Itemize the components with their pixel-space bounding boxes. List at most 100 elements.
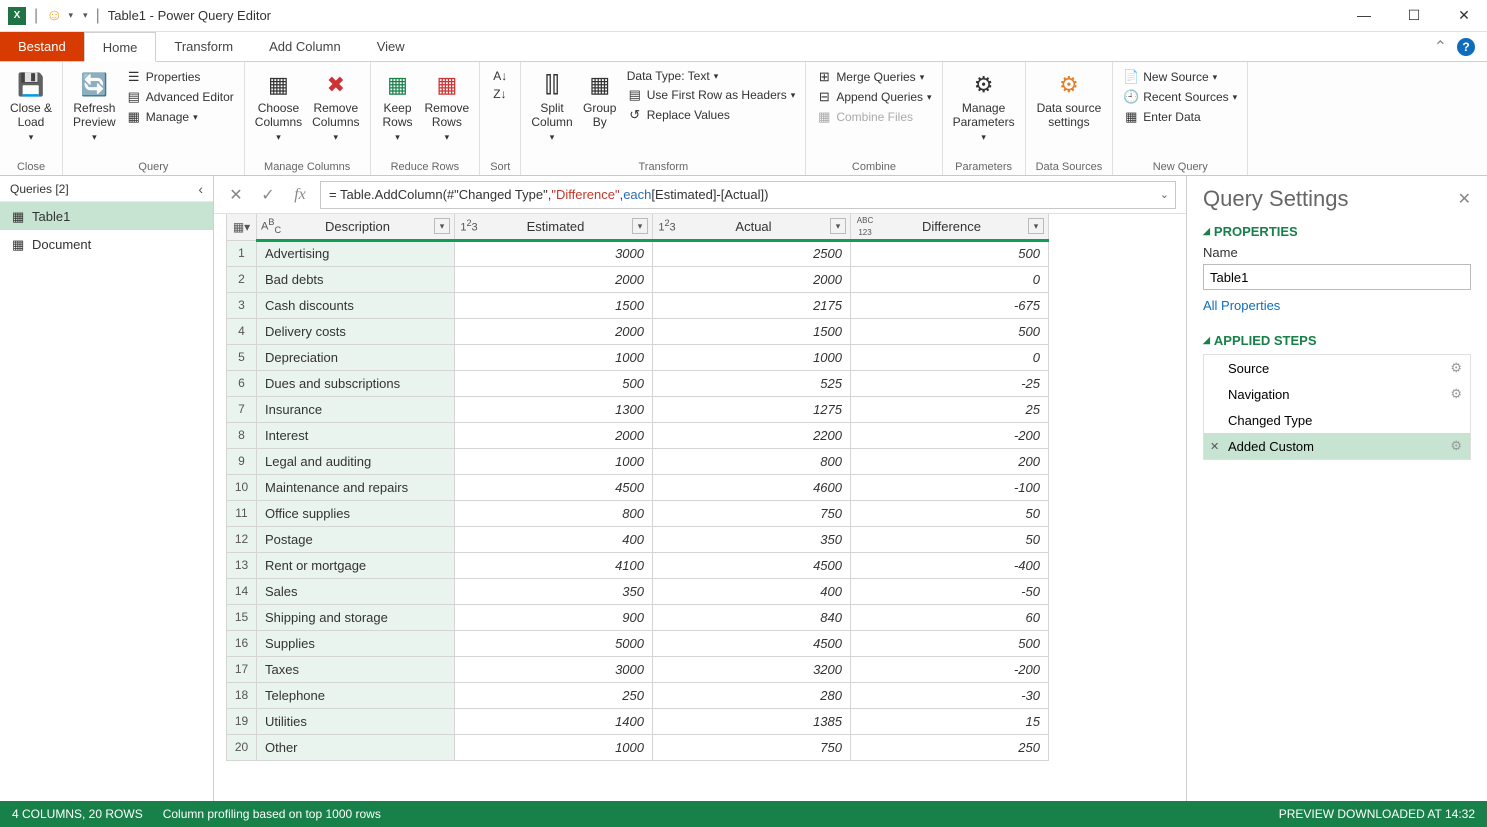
row-number[interactable]: 5 — [227, 344, 257, 370]
cell-description[interactable]: Office supplies — [257, 500, 455, 526]
table-row[interactable]: 4Delivery costs20001500500 — [227, 318, 1049, 344]
cell-actual[interactable]: 525 — [653, 370, 851, 396]
cell-estimated[interactable]: 4500 — [455, 474, 653, 500]
type-icon[interactable]: 123 — [459, 218, 479, 234]
close-window-button[interactable]: ✕ — [1449, 7, 1479, 24]
row-number[interactable]: 17 — [227, 656, 257, 682]
cell-estimated[interactable]: 800 — [455, 500, 653, 526]
cell-description[interactable]: Utilities — [257, 708, 455, 734]
table-row[interactable]: 3Cash discounts15002175-675 — [227, 292, 1049, 318]
table-row[interactable]: 12Postage40035050 — [227, 526, 1049, 552]
filter-icon[interactable]: ▾ — [830, 218, 846, 234]
cell-estimated[interactable]: 350 — [455, 578, 653, 604]
close-load-button[interactable]: 💾 Close & Load ▾ — [10, 66, 52, 143]
enter-data-button[interactable]: ▦Enter Data — [1123, 108, 1237, 126]
table-row[interactable]: 10Maintenance and repairs45004600-100 — [227, 474, 1049, 500]
cell-actual[interactable]: 1275 — [653, 396, 851, 422]
cell-difference[interactable]: -200 — [851, 422, 1049, 448]
cell-actual[interactable]: 400 — [653, 578, 851, 604]
keep-rows-button[interactable]: ▦Keep Rows▾ — [381, 66, 415, 143]
cell-description[interactable]: Cash discounts — [257, 292, 455, 318]
query-item-table1[interactable]: ▦ Table1 — [0, 202, 213, 230]
row-number[interactable]: 19 — [227, 708, 257, 734]
cell-estimated[interactable]: 3000 — [455, 656, 653, 682]
table-row[interactable]: 20Other1000750250 — [227, 734, 1049, 760]
gear-icon[interactable]: ⚙ — [1450, 386, 1462, 402]
cell-actual[interactable]: 280 — [653, 682, 851, 708]
table-row[interactable]: 16Supplies50004500500 — [227, 630, 1049, 656]
filter-icon[interactable]: ▾ — [1028, 218, 1044, 234]
row-number[interactable]: 13 — [227, 552, 257, 578]
status-profiling[interactable]: Column profiling based on top 1000 rows — [163, 807, 381, 821]
query-item-document[interactable]: ▦ Document — [0, 230, 213, 258]
cell-difference[interactable]: -30 — [851, 682, 1049, 708]
row-number[interactable]: 20 — [227, 734, 257, 760]
cell-actual[interactable]: 750 — [653, 500, 851, 526]
merge-queries-button[interactable]: ⊞Merge Queries ▾ — [816, 68, 931, 86]
table-row[interactable]: 19Utilities1400138515 — [227, 708, 1049, 734]
new-source-button[interactable]: 📄New Source ▾ — [1123, 68, 1237, 86]
cell-actual[interactable]: 1385 — [653, 708, 851, 734]
replace-values-button[interactable]: ↺Replace Values — [627, 106, 796, 124]
cell-estimated[interactable]: 2000 — [455, 266, 653, 292]
refresh-preview-button[interactable]: 🔄 Refresh Preview ▾ — [73, 66, 116, 143]
tab-transform[interactable]: Transform — [156, 32, 251, 61]
cell-actual[interactable]: 840 — [653, 604, 851, 630]
choose-columns-button[interactable]: ▦Choose Columns▾ — [255, 66, 302, 143]
cell-description[interactable]: Depreciation — [257, 344, 455, 370]
remove-columns-button[interactable]: ✖Remove Columns▾ — [312, 66, 359, 143]
group-by-button[interactable]: ▦Group By — [583, 66, 617, 130]
cell-description[interactable]: Maintenance and repairs — [257, 474, 455, 500]
table-row[interactable]: 17Taxes30003200-200 — [227, 656, 1049, 682]
column-header-act[interactable]: 123Actual▾ — [653, 214, 851, 240]
cell-estimated[interactable]: 3000 — [455, 240, 653, 266]
type-icon[interactable]: ABC123 — [855, 214, 875, 238]
cell-description[interactable]: Sales — [257, 578, 455, 604]
cell-estimated[interactable]: 1000 — [455, 734, 653, 760]
cell-actual[interactable]: 3200 — [653, 656, 851, 682]
row-number[interactable]: 12 — [227, 526, 257, 552]
cell-difference[interactable]: -100 — [851, 474, 1049, 500]
append-queries-button[interactable]: ⊟Append Queries ▾ — [816, 88, 931, 106]
column-header-est[interactable]: 123Estimated▾ — [455, 214, 653, 240]
table-row[interactable]: 5Depreciation100010000 — [227, 344, 1049, 370]
cell-estimated[interactable]: 2000 — [455, 318, 653, 344]
applied-steps-header[interactable]: APPLIED STEPS — [1203, 333, 1471, 348]
properties-section-header[interactable]: PROPERTIES — [1203, 224, 1471, 239]
cell-actual[interactable]: 2175 — [653, 292, 851, 318]
cell-difference[interactable]: 60 — [851, 604, 1049, 630]
cell-difference[interactable]: 500 — [851, 630, 1049, 656]
cell-difference[interactable]: 0 — [851, 344, 1049, 370]
table-row[interactable]: 18Telephone250280-30 — [227, 682, 1049, 708]
remove-rows-button[interactable]: ▦Remove Rows▾ — [425, 66, 470, 143]
filter-icon[interactable]: ▾ — [434, 218, 450, 234]
table-row[interactable]: 1Advertising30002500500 — [227, 240, 1049, 266]
cell-description[interactable]: Other — [257, 734, 455, 760]
query-name-input[interactable] — [1203, 264, 1471, 290]
cell-description[interactable]: Legal and auditing — [257, 448, 455, 474]
column-header-diff[interactable]: ABC123Difference▾ — [851, 214, 1049, 240]
table-row[interactable]: 7Insurance1300127525 — [227, 396, 1049, 422]
cell-actual[interactable]: 2500 — [653, 240, 851, 266]
row-number[interactable]: 14 — [227, 578, 257, 604]
tab-add-column[interactable]: Add Column — [251, 32, 359, 61]
qat-dropdown-icon[interactable]: ▾ — [69, 10, 74, 21]
cell-description[interactable]: Postage — [257, 526, 455, 552]
cell-actual[interactable]: 800 — [653, 448, 851, 474]
close-settings-icon[interactable]: ✕ — [1458, 189, 1471, 209]
cell-description[interactable]: Insurance — [257, 396, 455, 422]
cell-actual[interactable]: 4500 — [653, 552, 851, 578]
manage-parameters-button[interactable]: ⚙Manage Parameters▾ — [953, 66, 1015, 143]
advanced-editor-button[interactable]: ▤Advanced Editor — [126, 88, 234, 106]
first-row-headers-button[interactable]: ▤Use First Row as Headers ▾ — [627, 86, 796, 104]
split-column-button[interactable]: ⫿⫿Split Column▾ — [531, 66, 572, 143]
cell-description[interactable]: Advertising — [257, 240, 455, 266]
cell-description[interactable]: Dues and subscriptions — [257, 370, 455, 396]
table-row[interactable]: 8Interest20002200-200 — [227, 422, 1049, 448]
manage-button[interactable]: ▦Manage ▾ — [126, 108, 234, 126]
properties-button[interactable]: ☰Properties — [126, 68, 234, 86]
cell-actual[interactable]: 4600 — [653, 474, 851, 500]
cell-difference[interactable]: 50 — [851, 526, 1049, 552]
cell-difference[interactable]: 50 — [851, 500, 1049, 526]
cell-description[interactable]: Telephone — [257, 682, 455, 708]
